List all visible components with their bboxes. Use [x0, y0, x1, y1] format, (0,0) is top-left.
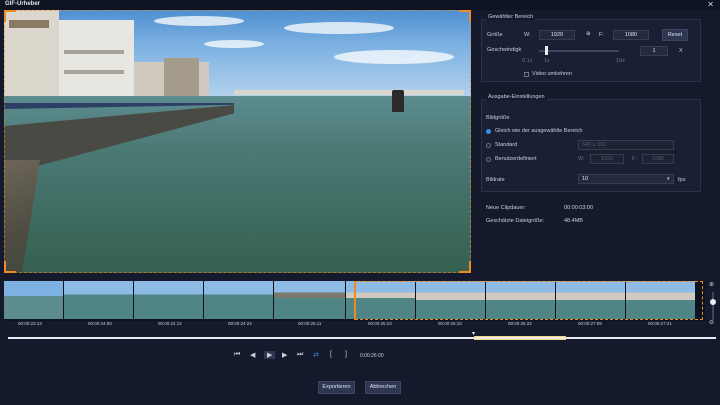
speed-label: Geschwindigk	[487, 47, 522, 53]
timeline-selection[interactable]	[474, 336, 566, 340]
custom-width-label: W:	[578, 156, 585, 162]
custom-width-input[interactable]: 1920	[590, 154, 624, 164]
radio-standard[interactable]	[486, 143, 491, 148]
link-icon[interactable]: ⊕	[586, 31, 591, 37]
skip-end-icon[interactable]: ⏭	[297, 351, 303, 359]
filmstrip[interactable]	[4, 281, 705, 321]
framerate-label: Bildrate	[486, 177, 505, 183]
video-preview[interactable]	[4, 10, 471, 273]
output-heading: Ausgabe-Einstellungen	[486, 94, 547, 100]
frame-timecode: 00:00:24:24	[228, 321, 252, 326]
timeline-track[interactable]	[8, 337, 716, 339]
image-size-label: Bildgröße	[486, 115, 510, 121]
range-start-handle[interactable]	[354, 281, 356, 320]
size-label: Größe	[487, 32, 503, 38]
cancel-button[interactable]: Abbrechen	[365, 381, 401, 394]
opt-standard-label: Standard	[495, 142, 518, 148]
frame-timecode: 00:00:23:13	[18, 321, 42, 326]
chevron-down-icon[interactable]: ▾	[667, 176, 670, 182]
reverse-label: Video umkehren	[532, 71, 572, 77]
speed-slider-track[interactable]	[539, 50, 619, 52]
film-frame[interactable]	[204, 281, 274, 319]
film-frame[interactable]	[134, 281, 204, 319]
zoom-slider[interactable]	[712, 292, 714, 320]
frame-timecode: 00:00:27:21	[648, 321, 672, 326]
opt-same-label: Gleich wie der ausgewählte Bereich	[495, 128, 583, 134]
custom-height-input[interactable]: 1080	[642, 154, 674, 164]
height-input[interactable]: 1080	[613, 30, 649, 40]
height-label: F:	[599, 32, 604, 38]
radio-same-as-selection[interactable]	[486, 129, 491, 134]
speed-slider-thumb[interactable]	[545, 46, 548, 55]
opt-custom-label: Benutzerdefiniert	[495, 156, 537, 162]
duration-label: Neue Clipdauer:	[486, 205, 526, 211]
reverse-checkbox[interactable]	[524, 72, 529, 77]
speed-tick-mid: 1x	[544, 58, 550, 64]
repeat-icon[interactable]: ⇄	[313, 351, 319, 359]
zoom-slider-thumb[interactable]	[710, 299, 716, 305]
width-label: W:	[524, 32, 531, 38]
export-button[interactable]: Exportieren	[318, 381, 355, 394]
speed-input[interactable]: 1	[640, 46, 668, 56]
frame-timecode: 00:00:25:11	[298, 321, 322, 326]
selected-range-heading: Gewählter Bereich	[486, 14, 536, 20]
filesize-value: 48.4MB	[564, 218, 583, 224]
frame-timecode: 00:00:24:00	[88, 321, 112, 326]
frame-timecode: 00:00:25:23	[368, 321, 392, 326]
filesize-label: Geschätzte Dateigröße:	[486, 218, 545, 224]
skip-start-icon[interactable]: ⏮	[234, 351, 240, 359]
frame-timecode: 00:00:27:09	[578, 321, 602, 326]
mark-in-icon[interactable]: [	[330, 351, 332, 358]
speed-tick-max: 10x	[616, 58, 625, 64]
frame-timecode: 00:00:24:12	[158, 321, 182, 326]
frame-timecode: 00:00:26:10	[438, 321, 462, 326]
close-icon[interactable]: ✕	[707, 0, 714, 9]
zoom-in-icon[interactable]: ⊕	[709, 281, 714, 288]
selection-range-box[interactable]	[355, 281, 703, 320]
mark-out-icon[interactable]: ]	[345, 351, 347, 358]
framerate-select[interactable]: 10	[578, 174, 674, 184]
film-frame[interactable]	[64, 281, 134, 319]
playback-timecode[interactable]: 0:00:26:00	[360, 353, 384, 359]
custom-height-label: F:	[632, 156, 637, 162]
prev-frame-icon[interactable]: ◀	[250, 351, 255, 359]
standard-select[interactable]: 640 x 360	[578, 140, 674, 150]
playhead-icon[interactable]: ▾	[472, 330, 475, 337]
output-settings-panel: Ausgabe-Einstellungen Bildgröße Gleich w…	[481, 94, 701, 192]
zoom-out-icon[interactable]: ⊖	[709, 319, 714, 326]
next-frame-icon[interactable]: ▶	[282, 351, 287, 359]
selected-range-panel: Gewählter Bereich Größe W: 1920 ⊕ F: 108…	[481, 14, 701, 82]
frame-timecode: 00:00:26:22	[508, 321, 532, 326]
window-title: GIF-Urheber	[5, 1, 41, 7]
speed-tick-min: 0.1x	[522, 58, 533, 64]
framerate-unit: fps	[678, 177, 686, 183]
radio-custom[interactable]	[486, 157, 491, 162]
speed-unit: X	[679, 48, 683, 54]
film-frame[interactable]	[4, 281, 64, 319]
play-icon[interactable]: ▶	[264, 351, 276, 359]
film-frame[interactable]	[274, 281, 346, 319]
title-bar: GIF-Urheber ✕	[0, 0, 720, 10]
width-input[interactable]: 1920	[539, 30, 575, 40]
reset-button[interactable]: Reset	[662, 29, 688, 41]
duration-value: 00:00:03:00	[564, 205, 594, 211]
